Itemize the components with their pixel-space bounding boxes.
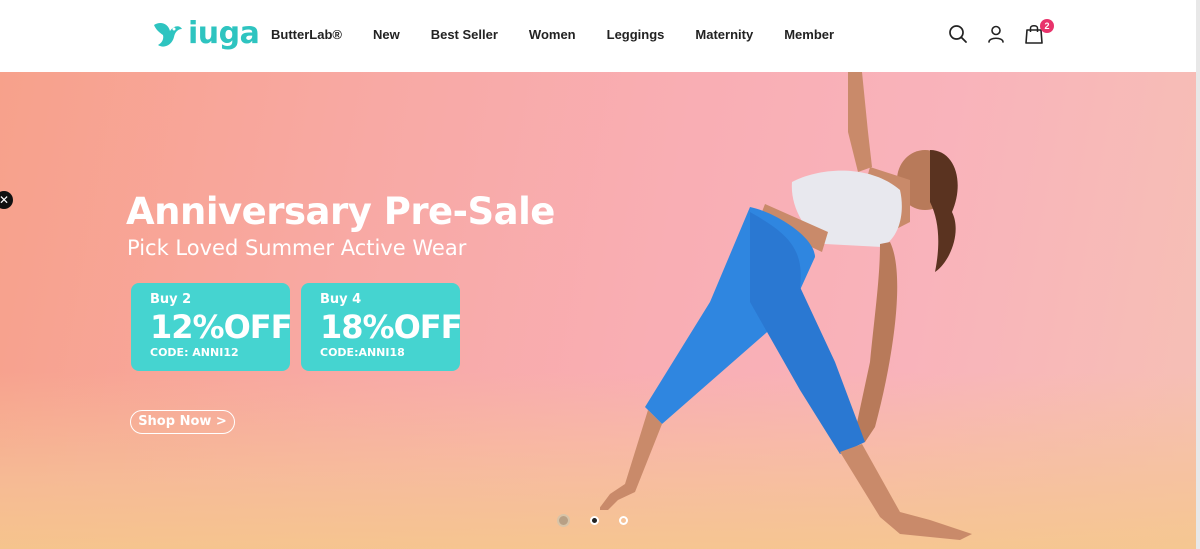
coupon-buy-label: Buy 4	[320, 292, 362, 307]
coupon-code: CODE: ANNI12	[150, 346, 239, 359]
coupon-card-buy-2[interactable]: Buy 2 12%OFF CODE: ANNI12	[131, 283, 293, 371]
coupon-discount: 12%OFF	[150, 308, 293, 346]
nav-item-best-seller[interactable]: Best Seller	[431, 26, 498, 44]
search-icon	[949, 25, 967, 43]
nav-item-butterlab[interactable]: ButterLab®	[271, 26, 342, 44]
close-icon[interactable]: ✕	[0, 191, 13, 209]
nav-item-maternity[interactable]: Maternity	[695, 26, 753, 44]
bird-logo-icon	[154, 23, 182, 47]
coupon-discount: 18%OFF	[320, 308, 463, 346]
search-button[interactable]	[947, 23, 971, 47]
coupon-card-buy-4[interactable]: Buy 4 18%OFF CODE:ANNI18	[301, 283, 463, 371]
user-icon	[988, 25, 1004, 43]
shop-now-button[interactable]: Shop Now >	[130, 410, 235, 434]
hero-banner[interactable]: ✕ Anniversary Pre-Sale Pick Loved Summer…	[0, 72, 1196, 549]
nav-item-leggings[interactable]: Leggings	[607, 26, 665, 44]
coupon-discount-off: OFF	[223, 308, 293, 346]
slide-pagination	[557, 514, 648, 527]
hero-headline: Anniversary Pre-Sale	[126, 190, 555, 233]
page-scrollbar[interactable]	[1196, 0, 1200, 549]
coupon-buy-label: Buy 2	[150, 292, 192, 307]
nav-item-new[interactable]: New	[373, 26, 400, 44]
header-actions: 2	[947, 19, 1061, 47]
cart-button[interactable]: 2	[1023, 19, 1054, 47]
main-nav: ButterLab® New Best Seller Women Legging…	[271, 26, 865, 44]
nav-item-women[interactable]: Women	[529, 26, 576, 44]
coupon-discount-percent: 12%	[150, 308, 225, 346]
logo-text: iuga	[188, 16, 260, 51]
slide-dot[interactable]	[557, 514, 570, 527]
cart-count-badge: 2	[1040, 19, 1054, 33]
site-header: iuga ButterLab® New Best Seller Women Le…	[0, 0, 1196, 72]
nav-item-member[interactable]: Member	[784, 26, 834, 44]
coupon-discount-off: OFF	[393, 308, 463, 346]
coupon-discount-percent: 18%	[320, 308, 395, 346]
model-photo	[600, 72, 972, 540]
coupon-code: CODE:ANNI18	[320, 346, 405, 359]
hero-subheadline: Pick Loved Summer Active Wear	[127, 236, 467, 260]
slide-dot[interactable]	[619, 516, 628, 525]
slide-dot-active[interactable]	[590, 516, 599, 525]
account-button[interactable]	[985, 23, 1009, 47]
brand-logo[interactable]: iuga	[150, 14, 260, 54]
